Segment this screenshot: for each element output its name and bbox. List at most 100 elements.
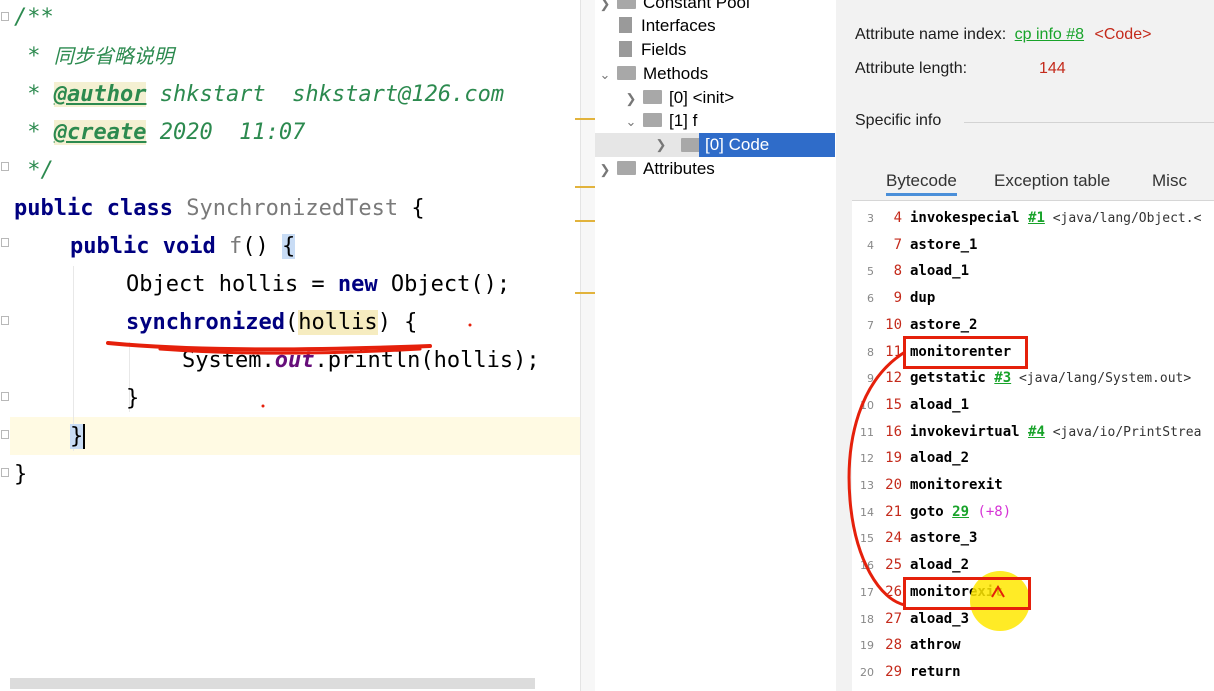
bytecode-listing[interactable]: 3 4 invokespecial #1 <java/lang/Object.< 4 7…	[852, 200, 1214, 691]
code-text: (	[284, 310, 299, 335]
bytecode-offset: 16	[885, 423, 902, 440]
tree-item-label: [0] <init>	[669, 88, 735, 107]
bytecode-row[interactable]: 16 25 aload_2	[852, 552, 969, 579]
code-line: */	[14, 152, 54, 190]
bytecode-row[interactable]: 11 16 invokevirtual #4 <java/io/PrintStrea	[852, 419, 1201, 446]
brace-match: }	[70, 424, 86, 449]
tree-item-interfaces[interactable]: Interfaces	[599, 14, 716, 38]
fold-marker-icon[interactable]	[1, 430, 9, 439]
author-tag: @author	[53, 82, 147, 107]
tree-item-constant-pool[interactable]: ❯ Constant Pool	[599, 0, 750, 15]
bytecode-row[interactable]: 14 21 goto 29 (+8)	[852, 499, 1011, 526]
bytecode-row[interactable]: 5 8 aload_1	[852, 258, 969, 285]
brace: }	[14, 462, 28, 487]
bytecode-opcode: astore_2	[910, 316, 978, 333]
bytecode-offset: 25	[885, 557, 902, 574]
bytecode-offset: 27	[885, 610, 902, 627]
bytecode-offset: 10	[885, 316, 902, 333]
bytecode-row[interactable]: 12 19 aload_2	[852, 445, 969, 472]
tab-bytecode[interactable]: Bytecode	[886, 169, 957, 196]
divider	[964, 122, 1214, 123]
author-text: shkstart shkstart@126.com	[146, 82, 505, 107]
bytecode-offset: 20	[885, 477, 902, 493]
tree-item-methods[interactable]: ⌄ Methods	[599, 62, 709, 87]
constant-pool-ref[interactable]: #1	[1028, 210, 1045, 226]
tree-item-method-f[interactable]: ⌄ [1] f	[625, 109, 698, 134]
tab-exception-table[interactable]: Exception table	[994, 169, 1110, 193]
fold-marker-icon[interactable]	[1, 316, 9, 325]
bytecode-row[interactable]: 10 15 aload_1	[852, 392, 969, 419]
tree-item-fields[interactable]: Fields	[599, 38, 686, 62]
constant-pool-ref[interactable]: #3	[994, 370, 1011, 386]
bytecode-row[interactable]: 13 20 monitorexit	[852, 472, 1003, 499]
tree-item-init[interactable]: ❯ [0] <init>	[625, 86, 735, 111]
tree-item-attributes[interactable]: ❯ Attributes	[599, 157, 715, 181]
tree-item-label: Interfaces	[641, 16, 716, 35]
cp-info-link[interactable]: cp info #8	[1015, 26, 1084, 43]
tab-misc[interactable]: Misc	[1152, 169, 1187, 193]
bytecode-row[interactable]: 15 24 astore_3	[852, 525, 977, 552]
line-number: 19	[860, 639, 874, 653]
scroll-marker	[575, 118, 595, 120]
constant-pool-ref[interactable]: #4	[1028, 424, 1045, 440]
bytecode-row[interactable]: 19 28 athrow	[852, 632, 961, 659]
bytecode-offset: 21	[885, 503, 902, 520]
chevron-right-icon[interactable]: ❯	[625, 87, 637, 111]
editor-vertical-scrollbar[interactable]	[575, 0, 595, 691]
doc-comment-close: */	[14, 158, 54, 183]
bytecode-offset: 15	[885, 396, 902, 413]
class-name: SynchronizedTest	[172, 196, 399, 221]
annotation-box-monitorexit	[903, 577, 1031, 610]
bytecode-offset: 19	[885, 450, 902, 467]
code-line: Object hollis = new Object();	[126, 266, 510, 304]
bytecode-opcode: aload_2	[910, 450, 970, 467]
doc-comment-star: *	[14, 120, 54, 145]
code-editor[interactable]: /** * 同步省略说明 * @author shkstart shkstart…	[0, 0, 596, 691]
editor-gutter	[0, 0, 10, 691]
static-field: out	[274, 348, 315, 373]
parens: ()	[242, 234, 282, 259]
line-number: 11	[860, 425, 874, 439]
code-line: * 同步省略说明	[14, 37, 174, 75]
bytecode-opcode: monitorexit	[910, 477, 1003, 493]
tree-item-code[interactable]: [0] Code	[699, 133, 835, 157]
code-line: synchronized(hollis) {	[126, 304, 417, 342]
doc-comment-star: *	[14, 82, 54, 107]
fold-marker-icon[interactable]	[1, 468, 9, 477]
editor-horizontal-scrollbar[interactable]	[10, 678, 535, 689]
fold-marker-icon[interactable]	[1, 12, 9, 21]
class-structure-tree[interactable]: ❯ Constant Pool Interfaces Fields ⌄ Method…	[595, 0, 837, 691]
keyword: public class	[14, 196, 173, 221]
doc-comment-open: /**	[14, 5, 54, 30]
fold-marker-icon[interactable]	[1, 238, 9, 247]
bytecode-offset: 28	[885, 637, 902, 654]
code-line: }	[14, 456, 27, 494]
line-number: 16	[860, 559, 874, 573]
bytecode-row[interactable]: 3 4 invokespecial #1 <java/lang/Object.<	[852, 205, 1201, 232]
constant-pool-ref[interactable]: 29	[952, 504, 969, 520]
code-text: Object();	[377, 272, 511, 297]
bytecode-row[interactable]: 9 12 getstatic #3 <java/lang/System.out>	[852, 365, 1191, 392]
bytecode-row[interactable]: 7 10 astore_2	[852, 312, 977, 339]
fold-marker-icon[interactable]	[1, 162, 9, 171]
code-text: Object hollis =	[126, 272, 338, 297]
bytecode-row[interactable]: 4 7 astore_1	[852, 232, 977, 259]
code-text: ) {	[377, 310, 418, 335]
brace: {	[398, 196, 425, 221]
bytecode-row[interactable]: 20 29 return	[852, 659, 961, 686]
file-icon	[619, 17, 632, 34]
line-number: 8	[867, 345, 874, 359]
chevron-right-icon[interactable]: ❯	[599, 158, 611, 182]
create-text: 2020 11:07	[146, 120, 306, 145]
tree-item-code-row[interactable]: ❯ [0] Code	[595, 133, 835, 157]
keyword: public void	[70, 234, 216, 259]
code-line: }	[70, 418, 86, 456]
chevron-down-icon[interactable]: ⌄	[599, 63, 611, 87]
scroll-marker	[575, 186, 595, 188]
attribute-name-index-label: Attribute name index:	[855, 26, 1007, 43]
fold-marker-icon[interactable]	[1, 392, 9, 401]
folder-icon	[617, 0, 636, 10]
chevron-down-icon[interactable]: ⌄	[625, 110, 637, 134]
chevron-right-icon[interactable]: ❯	[655, 133, 667, 157]
bytecode-row[interactable]: 6 9 dup	[852, 285, 935, 312]
